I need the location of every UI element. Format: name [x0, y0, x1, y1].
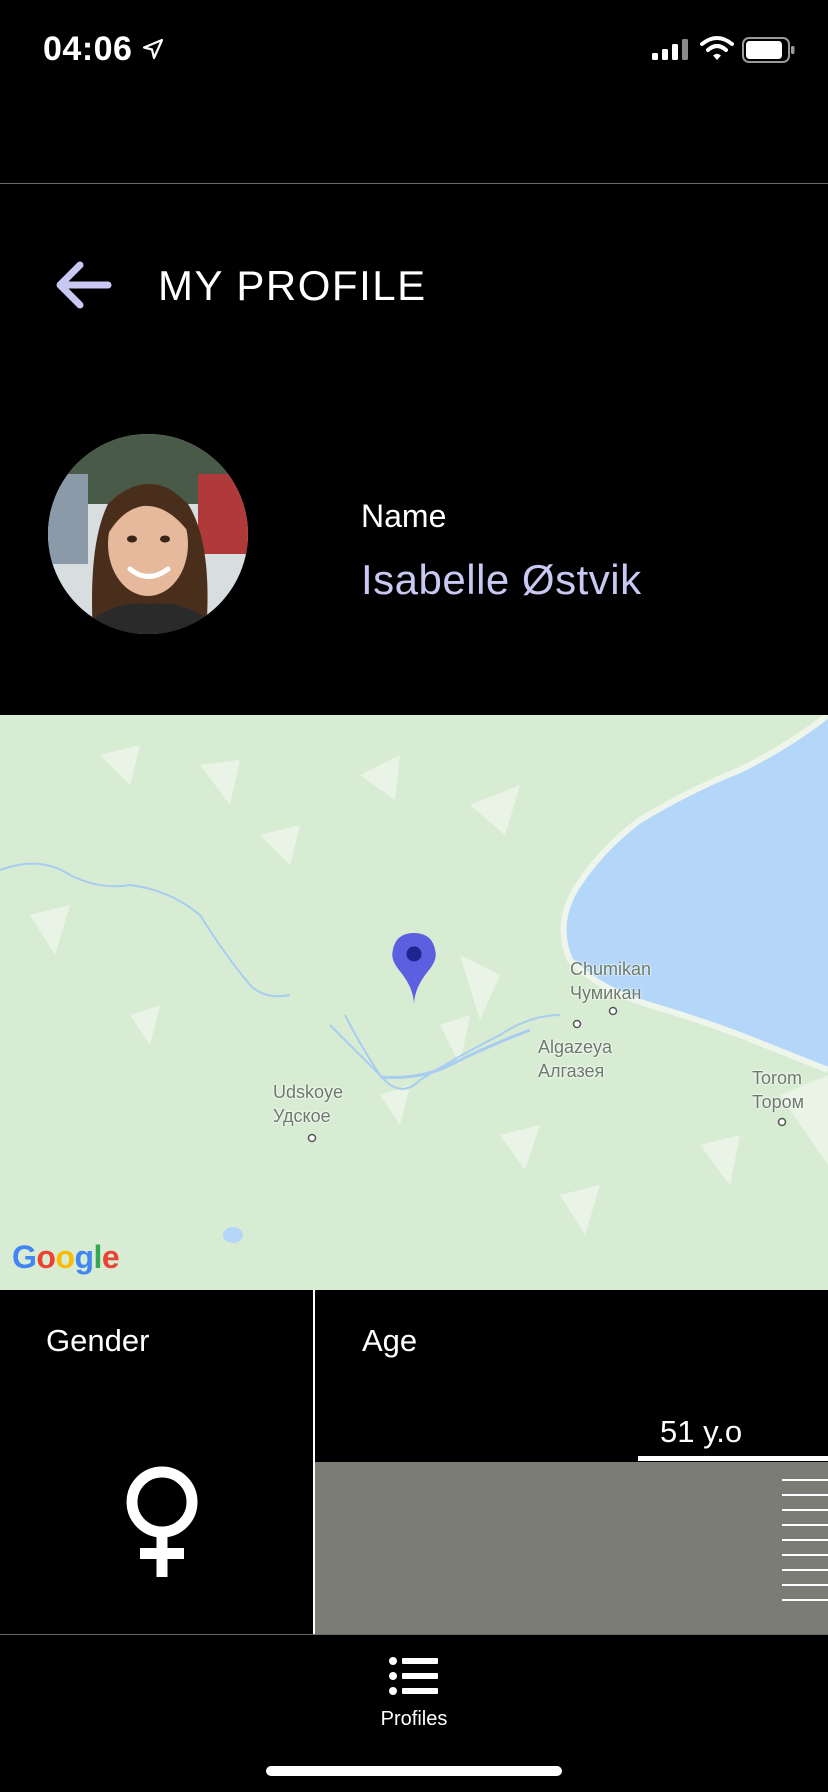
place-label-udskoye: Udskoye Удское: [273, 1082, 344, 1126]
tab-bar-divider: [0, 1634, 828, 1635]
age-gauge: [315, 1462, 828, 1634]
name-value: Isabelle Østvik: [361, 556, 642, 603]
page-title: MY PROFILE: [158, 262, 427, 309]
status-time: 04:06: [43, 30, 133, 68]
place-label-chumikan: Chumikan Чумикан: [570, 959, 652, 1003]
age-label: Age: [362, 1323, 418, 1358]
back-button[interactable]: [52, 255, 114, 315]
female-symbol-icon: [126, 1466, 198, 1577]
gauge-tick: [782, 1509, 828, 1511]
profile-screen: 04:06 MY PROFILE Name Isabelle Østvik Ch…: [0, 0, 828, 1792]
age-marker-line: [638, 1456, 828, 1461]
wifi-icon: [700, 36, 734, 60]
cellular-signal-icon: [652, 39, 688, 60]
gauge-tick: [782, 1494, 828, 1496]
gauge-tick: [782, 1524, 828, 1526]
gauge-tick: [782, 1554, 828, 1556]
age-value: 51 y.o: [660, 1414, 743, 1449]
tab-profiles[interactable]: Profiles: [364, 1652, 464, 1742]
home-indicator[interactable]: [266, 1766, 562, 1776]
status-bar: 04:06: [0, 0, 828, 100]
gauge-tick: [782, 1599, 828, 1601]
place-label-torom: Torom Тором: [752, 1068, 804, 1112]
gauge-tick: [782, 1569, 828, 1571]
battery-icon: [742, 37, 795, 63]
location-arrow-icon: [142, 38, 164, 60]
tab-profiles-label: Profiles: [380, 1708, 448, 1730]
map-pin-icon[interactable]: [391, 932, 437, 1006]
arrow-left-icon: [56, 261, 112, 309]
header-divider: [0, 183, 828, 184]
gauge-tick: [782, 1539, 828, 1541]
gauge-tick: [782, 1584, 828, 1586]
list-icon: [389, 1657, 438, 1695]
gender-panel: Gender: [0, 1290, 313, 1634]
gender-label: Gender: [46, 1323, 150, 1358]
google-logo: Google: [12, 1239, 120, 1275]
place-label-algazeya: Algazeya Алгазея: [538, 1037, 613, 1081]
avatar: [48, 434, 248, 634]
name-label: Name: [361, 498, 447, 534]
gauge-tick: [782, 1479, 828, 1481]
location-map[interactable]: Chumikan Чумикан Algazeya Алгазея Torom …: [0, 715, 828, 1290]
